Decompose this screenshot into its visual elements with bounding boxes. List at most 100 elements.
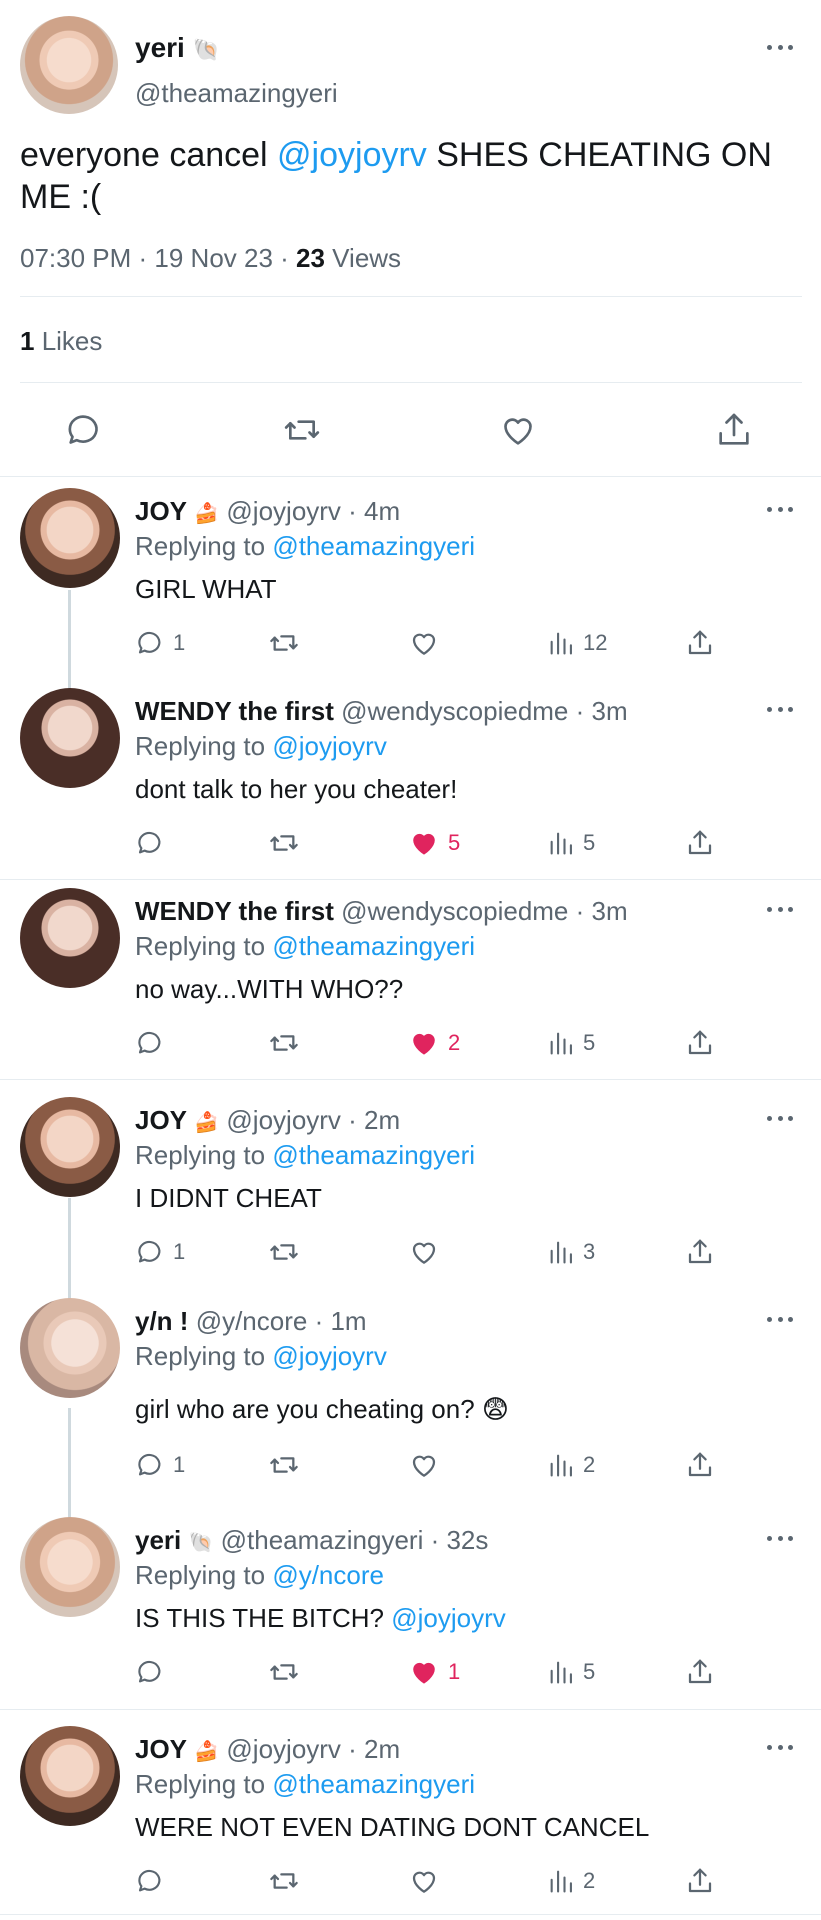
replying-to-link[interactable]: @joyjoyrv — [272, 731, 387, 761]
like-button[interactable]: 2 — [408, 1026, 460, 1060]
author-handle-time[interactable]: @joyjoyrv · 2m — [226, 1105, 400, 1135]
author-name[interactable]: JOY — [135, 496, 187, 526]
replying-prefix: Replying to — [135, 1341, 273, 1371]
avatar[interactable] — [20, 688, 120, 788]
replying-to: Replying to @theamazingyeri — [135, 1769, 475, 1800]
reply-icon[interactable] — [64, 410, 104, 450]
divider — [0, 1914, 821, 1915]
author-name[interactable]: yeri — [135, 1525, 181, 1555]
likes-summary[interactable]: 1 Likes — [20, 326, 102, 357]
avatar[interactable] — [20, 488, 120, 588]
like-button[interactable] — [408, 626, 448, 660]
retweet-icon[interactable] — [282, 410, 322, 450]
author-handle-time[interactable]: @wendyscopiedme · 3m — [341, 896, 628, 926]
views-button[interactable]: 2 — [547, 1448, 595, 1482]
views-button[interactable]: 2 — [547, 1864, 595, 1898]
retweet-icon — [270, 1873, 298, 1889]
reply-icon — [138, 1660, 161, 1683]
main-tweet-mention[interactable]: @joyjoyrv — [277, 136, 427, 174]
retweet-button[interactable] — [268, 1235, 300, 1269]
reply-button[interactable]: 1 — [135, 1235, 185, 1269]
like-button[interactable]: 5 — [408, 826, 460, 860]
replying-to-link[interactable]: @theamazingyeri — [272, 931, 475, 961]
reply-header: JOY 🍰 @joyjoyrv · 4m — [135, 496, 400, 527]
more-options-icon[interactable] — [767, 1533, 793, 1543]
reply-button[interactable]: 1 — [135, 1448, 185, 1482]
replying-to-link[interactable]: @joyjoyrv — [272, 1341, 387, 1371]
more-options-icon[interactable] — [767, 1742, 793, 1752]
views-button[interactable]: 12 — [547, 626, 607, 660]
retweet-button[interactable] — [268, 1026, 300, 1060]
views-button[interactable]: 5 — [547, 1655, 595, 1689]
views-button[interactable]: 3 — [547, 1235, 595, 1269]
author-name[interactable]: WENDY the first — [135, 696, 334, 726]
share-button[interactable] — [685, 1026, 715, 1060]
like-icon[interactable] — [498, 410, 538, 450]
more-options-icon[interactable] — [767, 1113, 793, 1123]
author-name[interactable]: JOY — [135, 1734, 187, 1764]
author-handle-time[interactable]: @wendyscopiedme · 3m — [341, 696, 628, 726]
replying-to-link[interactable]: @theamazingyeri — [272, 531, 475, 561]
reply-count: 1 — [173, 1452, 186, 1477]
replying-prefix: Replying to — [135, 1560, 273, 1590]
views-button[interactable]: 5 — [547, 826, 595, 860]
avatar[interactable] — [20, 1517, 120, 1617]
like-button[interactable] — [408, 1448, 448, 1482]
divider — [0, 1709, 821, 1710]
avatar[interactable] — [20, 1298, 120, 1398]
replying-to-link[interactable]: @y/ncore — [272, 1560, 384, 1590]
replying-to-link[interactable]: @theamazingyeri — [272, 1140, 475, 1170]
retweet-button[interactable] — [268, 1655, 300, 1689]
views-icon — [550, 1032, 572, 1055]
share-button[interactable] — [685, 1235, 715, 1269]
reply-actions: 1 5 — [135, 1655, 715, 1689]
reply-actions: 1 3 — [135, 1235, 715, 1269]
author-handle-time[interactable]: @y/ncore · 1m — [196, 1306, 367, 1336]
share-button[interactable] — [685, 1448, 715, 1482]
main-author-handle[interactable]: @theamazingyeri — [135, 78, 338, 109]
author-name[interactable]: JOY — [135, 1105, 187, 1135]
author-name[interactable]: y/n ! — [135, 1306, 188, 1336]
replying-to-link[interactable]: @theamazingyeri — [272, 1769, 475, 1799]
retweet-button[interactable] — [268, 1864, 300, 1898]
share-button[interactable] — [685, 626, 715, 660]
views-count: 5 — [583, 1659, 596, 1684]
reply-button[interactable] — [135, 826, 165, 860]
reply-button[interactable] — [135, 1655, 165, 1689]
retweet-button[interactable] — [268, 826, 300, 860]
retweet-button[interactable] — [268, 626, 300, 660]
main-author-name[interactable]: yeri 🐚 — [135, 32, 220, 64]
reply-mention-link[interactable]: @joyjoyrv — [391, 1603, 506, 1633]
reply-button[interactable]: 1 — [135, 626, 185, 660]
reply-button[interactable] — [135, 1026, 165, 1060]
share-button[interactable] — [685, 1864, 715, 1898]
share-button[interactable] — [685, 1655, 715, 1689]
avatar[interactable] — [20, 888, 120, 988]
like-button[interactable]: 1 — [408, 1655, 460, 1689]
avatar[interactable] — [20, 1726, 120, 1826]
more-options-icon[interactable] — [767, 704, 793, 714]
share-button[interactable] — [685, 826, 715, 860]
share-icon[interactable] — [714, 410, 754, 450]
views-count: 12 — [583, 630, 608, 655]
more-options-icon[interactable] — [767, 504, 793, 514]
author-handle-time[interactable]: @theamazingyeri · 32s — [221, 1525, 489, 1555]
retweet-button[interactable] — [268, 1448, 300, 1482]
more-options-icon[interactable] — [767, 904, 793, 914]
more-options-icon[interactable] — [767, 42, 793, 52]
reply-actions: 1 2 — [135, 1448, 715, 1482]
main-avatar[interactable] — [20, 16, 118, 114]
views-button[interactable]: 5 — [547, 1026, 595, 1060]
like-button[interactable] — [408, 1864, 440, 1898]
avatar[interactable] — [20, 1097, 120, 1197]
author-handle-time[interactable]: @joyjoyrv · 4m — [226, 496, 400, 526]
author-handle-time[interactable]: @joyjoyrv · 2m — [226, 1734, 400, 1764]
retweet-icon — [270, 1035, 298, 1051]
like-button[interactable] — [408, 1235, 448, 1269]
share-icon — [688, 830, 712, 855]
more-options-icon[interactable] — [767, 1314, 793, 1324]
share-icon — [688, 1239, 712, 1264]
divider — [0, 879, 821, 880]
author-name[interactable]: WENDY the first — [135, 896, 334, 926]
reply-button[interactable] — [135, 1864, 165, 1898]
